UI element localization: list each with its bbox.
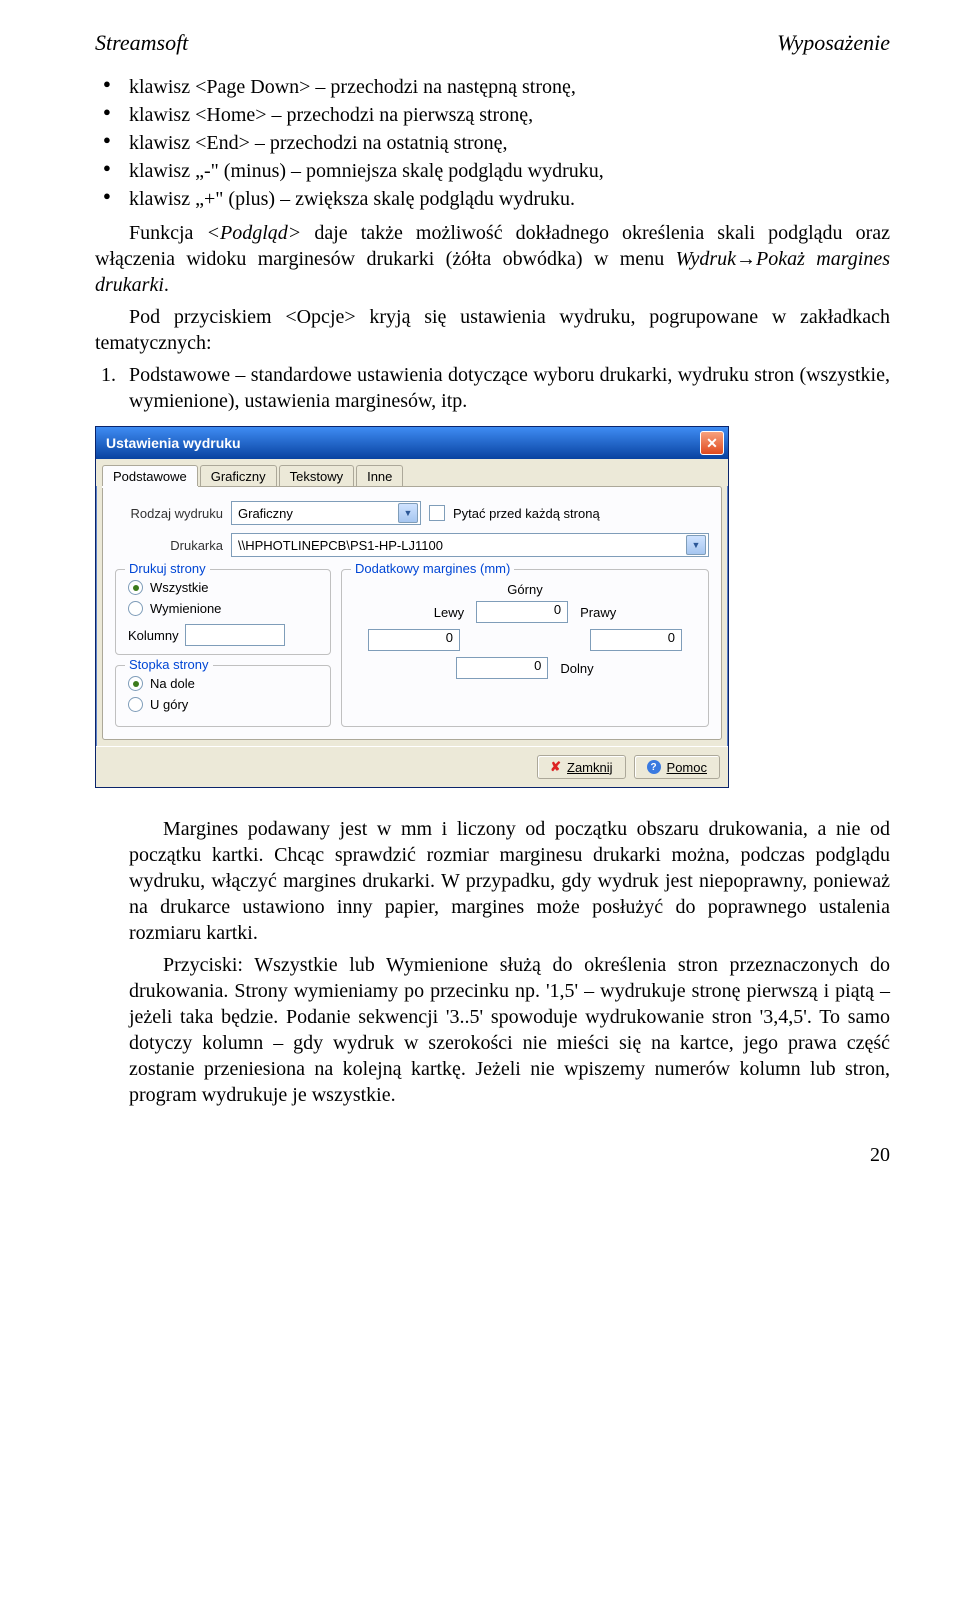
- pytac-checkbox[interactable]: [429, 505, 445, 521]
- close-icon: ✘: [550, 759, 561, 775]
- margin-left-input[interactable]: 0: [368, 629, 460, 651]
- zamknij-button[interactable]: ✘ Zamknij: [537, 755, 625, 779]
- margin-right-input[interactable]: 0: [590, 629, 682, 651]
- header-right: Wyposażenie: [777, 30, 890, 56]
- tab-graficzny[interactable]: Graficzny: [200, 465, 277, 486]
- bullet-list: klawisz <Page Down> – przechodzi na nast…: [95, 74, 890, 212]
- paragraph: Funkcja <Podgląd> daje także możliwość d…: [95, 220, 890, 298]
- help-icon: ?: [647, 760, 661, 774]
- tab-inne[interactable]: Inne: [356, 465, 403, 486]
- paragraph: Pod przyciskiem <Opcje> kryją się ustawi…: [95, 304, 890, 356]
- bullet-item: klawisz <End> – przechodzi na ostatnią s…: [129, 130, 890, 156]
- tab-tekstowy[interactable]: Tekstowy: [279, 465, 354, 486]
- chevron-down-icon[interactable]: ▼: [686, 535, 706, 555]
- numbered-item: 1. Podstawowe – standardowe ustawienia d…: [129, 362, 890, 414]
- dialog-titlebar[interactable]: Ustawienia wydruku ✕: [96, 427, 728, 459]
- bullet-item: klawisz <Page Down> – przechodzi na nast…: [129, 74, 890, 100]
- margin-bottom-input[interactable]: 0: [456, 657, 548, 679]
- page-number: 20: [95, 1144, 890, 1167]
- kolumny-input[interactable]: [185, 624, 285, 646]
- radio-wymienione[interactable]: [128, 601, 143, 616]
- rodzaj-label: Rodzaj wydruku: [115, 506, 223, 521]
- pomoc-button[interactable]: ? Pomoc: [634, 755, 720, 779]
- margin-top-input[interactable]: 0: [476, 601, 568, 623]
- paragraph: Margines podawany jest w mm i liczony od…: [129, 816, 890, 946]
- tab-strip: Podstawowe Graficzny Tekstowy Inne: [96, 459, 728, 486]
- bullet-item: klawisz „+" (plus) – zwiększa skalę podg…: [129, 186, 890, 212]
- bullet-item: klawisz „-" (minus) – pomniejsza skalę p…: [129, 158, 890, 184]
- drukarka-combo[interactable]: \\HPHOTLINEPCB\PS1-HP-LJ1100 ▼: [231, 533, 709, 557]
- stopka-group: Stopka strony Na dole U góry: [115, 665, 331, 727]
- lewy-label: Lewy: [434, 605, 464, 620]
- prawy-label: Prawy: [580, 605, 616, 620]
- bullet-item: klawisz <Home> – przechodzi na pierwszą …: [129, 102, 890, 128]
- pytac-label: Pytać przed każdą stroną: [453, 506, 600, 521]
- header-left: Streamsoft: [95, 30, 188, 56]
- rodzaj-combo[interactable]: Graficzny ▼: [231, 501, 421, 525]
- dolny-label: Dolny: [560, 661, 593, 676]
- radio-u-gory[interactable]: [128, 697, 143, 712]
- numbered-list: 1. Podstawowe – standardowe ustawienia d…: [95, 362, 890, 414]
- drukuj-strony-group: Drukuj strony Wszystkie Wymienione Kolum…: [115, 569, 331, 655]
- kolumny-label: Kolumny: [128, 628, 179, 643]
- margines-group: Dodatkowy margines (mm) Górny Lewy 0 Pra…: [341, 569, 709, 727]
- radio-wszystkie[interactable]: [128, 580, 143, 595]
- drukarka-label: Drukarka: [115, 538, 223, 553]
- paragraph: Przyciski: Wszystkie lub Wymienione służ…: [129, 952, 890, 1108]
- dialog-title: Ustawienia wydruku: [106, 435, 241, 451]
- chevron-down-icon[interactable]: ▼: [398, 503, 418, 523]
- gorny-label: Górny: [507, 582, 542, 597]
- radio-na-dole[interactable]: [128, 676, 143, 691]
- dialog-screenshot: Ustawienia wydruku ✕ Podstawowe Graficzn…: [95, 426, 890, 788]
- tab-podstawowe[interactable]: Podstawowe: [102, 465, 198, 486]
- close-icon[interactable]: ✕: [700, 431, 724, 455]
